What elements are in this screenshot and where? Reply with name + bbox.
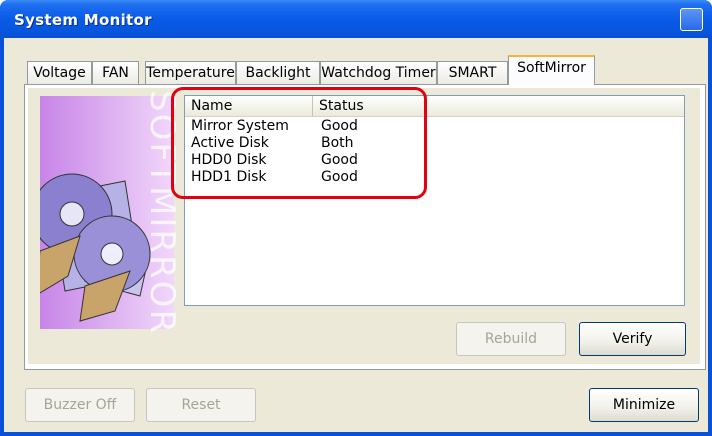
tab-smart[interactable]: SMART [437,61,508,84]
tab-voltage[interactable]: Voltage [27,61,92,84]
buzzer-off-button[interactable]: Buzzer Off [25,388,135,422]
tab-temperature[interactable]: Temperature [145,61,236,84]
title-bar[interactable]: System Monitor [0,0,712,38]
verify-button[interactable]: Verify [579,322,686,356]
close-icon[interactable] [680,8,703,31]
window-title: System Monitor [14,11,152,29]
rebuild-button[interactable]: Rebuild [456,322,566,356]
tab-softmirror[interactable]: SoftMirror [508,55,595,85]
tab-backlight[interactable]: Backlight [236,61,320,84]
tab-watchdog-timer[interactable]: Watchdog Timer [320,61,437,84]
minimize-button[interactable]: Minimize [589,388,699,422]
annotation-highlight-box [171,87,427,199]
tab-fan[interactable]: FAN [92,61,139,84]
reset-button[interactable]: Reset [146,388,256,422]
